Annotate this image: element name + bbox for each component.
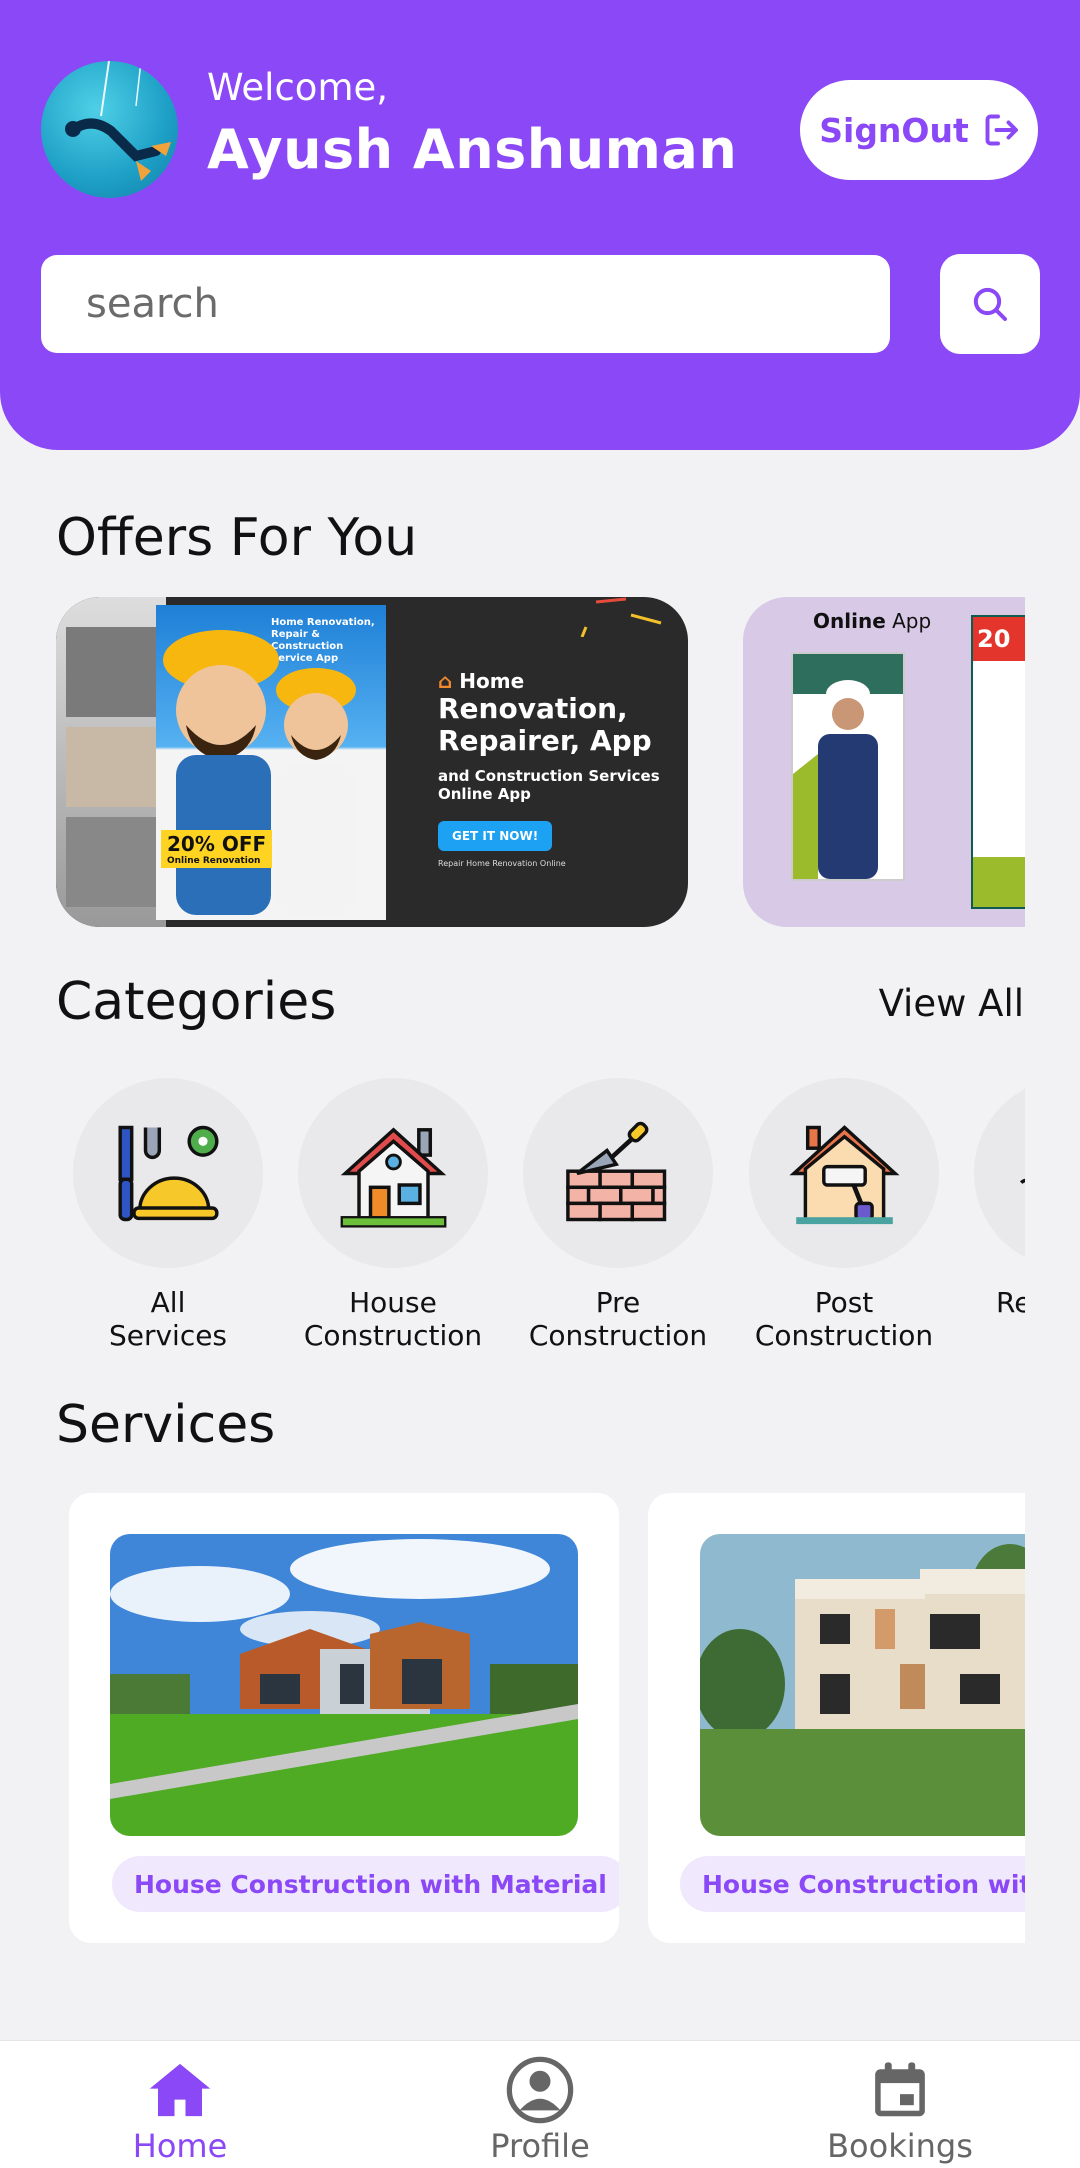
workers-illustration-icon [163,630,356,915]
search-button[interactable] [940,254,1040,354]
banner-headline-2: Repairer, App [438,724,652,757]
service-card[interactable]: House Construction with Material [69,1493,619,1943]
banner-cta-button[interactable]: GET IT NOW! [438,821,553,851]
villa-photo-icon [700,1534,1025,1836]
category-label: Post Construction [754,1286,934,1352]
category-label: House Construction [303,1286,483,1352]
search-box [41,255,890,353]
search-icon [973,287,1007,321]
welcome-text: Welcome, [207,66,389,109]
nav-home-label: Home [132,2127,228,2165]
category-re[interactable]: Re [974,1078,1025,1319]
nav-home[interactable]: Home [80,2061,280,2165]
user-name: Ayush Anshuman [207,118,738,181]
category-label: All Services [108,1286,228,1352]
offer-poster: Home Renovation, Repair & Construction S… [156,605,386,920]
offers-title: Offers For You [56,508,418,568]
nav-profile-label: Profile [490,2127,590,2165]
discount-text: 20% OFF [167,832,267,856]
avatar[interactable] [41,61,178,198]
room-photos [56,597,166,927]
signout-button[interactable]: SignOut [800,80,1038,180]
services-title: Services [56,1395,276,1455]
service-label: House Construction witho [680,1856,1025,1912]
banner-foot: Repair Home Renovation Online [438,859,566,868]
nav-profile[interactable]: Profile [440,2056,640,2165]
calendar-icon [875,2062,925,2117]
header: Welcome, Ayush Anshuman SignOut [0,0,1080,450]
banner2-title: Online App [813,609,932,633]
category-circle [73,1078,263,1268]
nav-bookings-label: Bookings [827,2127,973,2165]
category-pre-construction[interactable]: Pre Construction [523,1078,713,1352]
banner2-number: 20 [973,617,1025,661]
logout-icon [985,114,1018,146]
banner2-flyer: 20 [971,615,1025,909]
discount-badge: 20% OFF Online Renovation [161,830,273,868]
service-image [110,1534,578,1836]
banner-headline-1: Renovation, [438,692,628,725]
category-clip: Re [974,1078,1025,1348]
banner-text: ⌂ Home Renovation, Repairer, App and Con… [438,669,660,868]
modern-house-photo-icon [110,1534,578,1836]
category-label: Pre Construction [528,1286,708,1352]
banner2-poster [791,652,905,881]
category-circle [298,1078,488,1268]
offer-banner-1[interactable]: Home Renovation, Repair & Construction S… [56,597,688,927]
profile-icon [506,2056,574,2124]
banner-sub-2: Online App [438,785,531,803]
category-label: Re [996,1286,1025,1319]
category-post-construction[interactable]: Post Construction [749,1078,939,1352]
service-label: House Construction with Material [112,1856,619,1912]
offer-banner-2[interactable]: Online App 20 [743,597,1025,927]
tools-helmet-icon [117,1125,219,1221]
categories-title: Categories [56,972,337,1032]
banner-sub-1: and Construction Services [438,767,660,785]
category-all-services[interactable]: All Services [73,1078,263,1352]
banner-home: Home [459,669,525,693]
house-paint-roller-icon [788,1124,900,1224]
businesswoman-illustration-icon [793,680,878,879]
home-icon [149,2063,211,2117]
confetti-icon [580,597,662,637]
service-image [700,1534,1025,1836]
view-all-link[interactable]: View All [879,982,1024,1025]
service-card[interactable]: House Construction witho [648,1493,1025,1943]
brick-trowel-icon [565,1121,666,1221]
category-house-construction[interactable]: House Construction [298,1078,488,1352]
bottom-nav: Home Profile Bookings [0,2040,1080,2168]
category-circle [523,1078,713,1268]
search-input[interactable] [84,280,848,328]
discount-sub-text: Online Renovation [167,856,261,866]
diver-avatar-icon [65,61,171,181]
partial-icon [1019,1178,1025,1184]
signout-label: SignOut [819,110,969,150]
house-icon [340,1126,446,1228]
category-circle [974,1078,1025,1268]
nav-bookings[interactable]: Bookings [800,2061,1000,2165]
category-circle [749,1078,939,1268]
